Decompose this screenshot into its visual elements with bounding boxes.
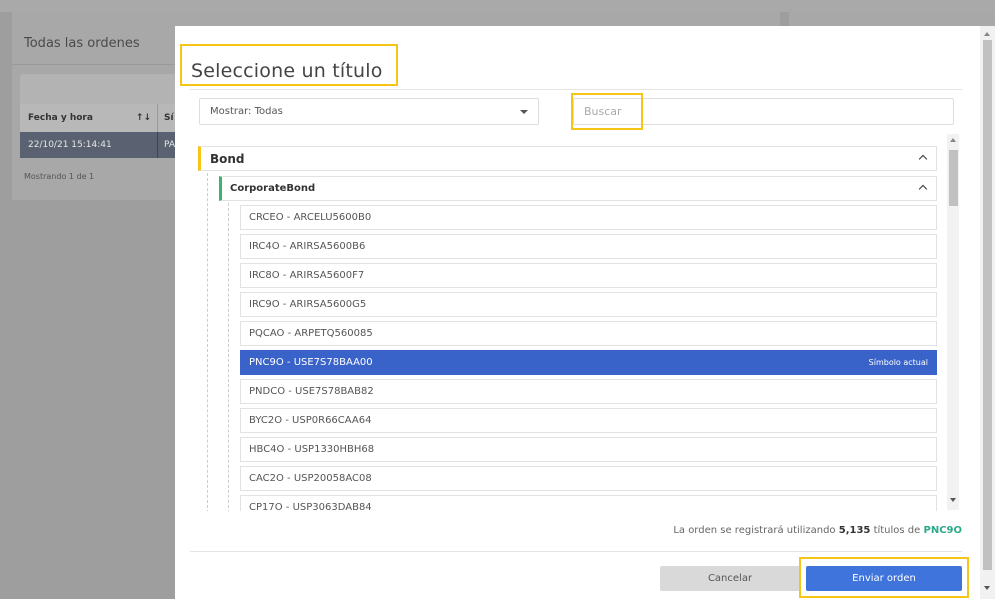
quantity-value: 5,135 [838, 525, 871, 536]
header-divider [190, 89, 962, 90]
cell-symbol: PA [164, 140, 176, 150]
list-item-label: IRC4O - ARIRSA5600B6 [249, 241, 366, 252]
scroll-down-icon[interactable] [950, 498, 956, 502]
tree-node-corporatebond[interactable]: CorporateBond [219, 176, 937, 201]
list-item-label: IRC8O - ARIRSA5600F7 [249, 270, 365, 281]
cancel-button[interactable]: Cancelar [660, 566, 800, 591]
list-item-label: PNDCO - USE7S78BAB82 [249, 386, 374, 397]
list-item[interactable]: PNC9O - USE7S78BAA00 Símbolo actual [240, 350, 937, 375]
chevron-up-icon[interactable] [918, 184, 928, 194]
chevron-up-icon[interactable] [918, 154, 928, 164]
title-highlight [180, 44, 398, 86]
symbol-value: PNC9O [923, 525, 963, 536]
list-item[interactable]: HBC4O - USP1330HBH68 [240, 437, 937, 462]
security-tree: Bond CorporateBond CRCEO - ARCELU5600B0 I… [198, 145, 938, 511]
table-toolbar [20, 74, 190, 104]
filter-selected-value: Mostrar: Todas [210, 106, 283, 117]
list-item-label: BYC2O - USP0R66CAA64 [249, 415, 372, 426]
orders-table: Fecha y hora ↑↓ Sí 22/10/21 15:14:41 PA … [20, 74, 190, 181]
column-header-symbol[interactable]: Sí [158, 113, 174, 123]
list-item[interactable]: IRC8O - ARIRSA5600F7 [240, 263, 937, 288]
page-scrollbar[interactable] [980, 26, 995, 599]
list-item[interactable]: CP17O - USP3063DAB84 [240, 495, 937, 511]
footer-divider [190, 551, 962, 552]
list-item[interactable]: CRCEO - ARCELU5600B0 [240, 205, 937, 230]
list-item-label: CP17O - USP3063DAB84 [249, 502, 372, 511]
list-item-label: PQCAO - ARPETQ560085 [249, 328, 373, 339]
scroll-down-icon[interactable] [984, 586, 990, 590]
list-item[interactable]: PQCAO - ARPETQ560085 [240, 321, 937, 346]
sort-icon[interactable]: ↑↓ [136, 113, 151, 123]
filter-dropdown[interactable]: Mostrar: Todas [199, 98, 539, 125]
list-item-label: CRCEO - ARCELU5600B0 [249, 212, 372, 223]
list-item[interactable]: IRC9O - ARIRSA5600G5 [240, 292, 937, 317]
search-input[interactable] [573, 98, 954, 125]
top-bar [0, 0, 995, 12]
select-security-modal: Seleccione un título Mostrar: Todas Bond… [175, 26, 995, 599]
table-row[interactable]: 22/10/21 15:14:41 PA [20, 132, 190, 158]
panel-title: Todas las ordenes [24, 36, 140, 51]
list-item-label: PNC9O - USE7S78BAA00 [249, 357, 373, 368]
scroll-thumb[interactable] [983, 40, 992, 570]
current-symbol-badge: Símbolo actual [868, 358, 928, 367]
list-item-label: CAC2O - USP20058AC08 [249, 473, 372, 484]
security-list: CRCEO - ARCELU5600B0 IRC4O - ARIRSA5600B6… [240, 205, 937, 511]
order-summary: La orden se registrará utilizando 5,135 … [673, 525, 962, 536]
send-order-button[interactable]: Enviar orden [806, 566, 962, 591]
table-header: Fecha y hora ↑↓ Sí [20, 104, 190, 132]
scroll-up-icon[interactable] [984, 32, 990, 36]
list-item[interactable]: IRC4O - ARIRSA5600B6 [240, 234, 937, 259]
list-item-label: IRC9O - ARIRSA5600G5 [249, 299, 367, 310]
scroll-up-icon[interactable] [950, 138, 956, 142]
tree-guide-line [207, 173, 208, 511]
tree-node-bond[interactable]: Bond [198, 146, 937, 171]
list-item[interactable]: CAC2O - USP20058AC08 [240, 466, 937, 491]
list-item[interactable]: BYC2O - USP0R66CAA64 [240, 408, 937, 433]
list-scrollbar[interactable] [947, 134, 959, 510]
chevron-down-icon [520, 110, 528, 114]
list-item[interactable]: PNDCO - USE7S78BAB82 [240, 379, 937, 404]
column-header-datetime[interactable]: Fecha y hora ↑↓ [20, 104, 158, 132]
list-item-label: HBC4O - USP1330HBH68 [249, 444, 375, 455]
scroll-thumb[interactable] [949, 150, 958, 206]
tree-guide-line [228, 203, 229, 511]
cell-datetime: 22/10/21 15:14:41 [20, 132, 158, 158]
table-footer: Mostrando 1 de 1 [24, 172, 95, 181]
